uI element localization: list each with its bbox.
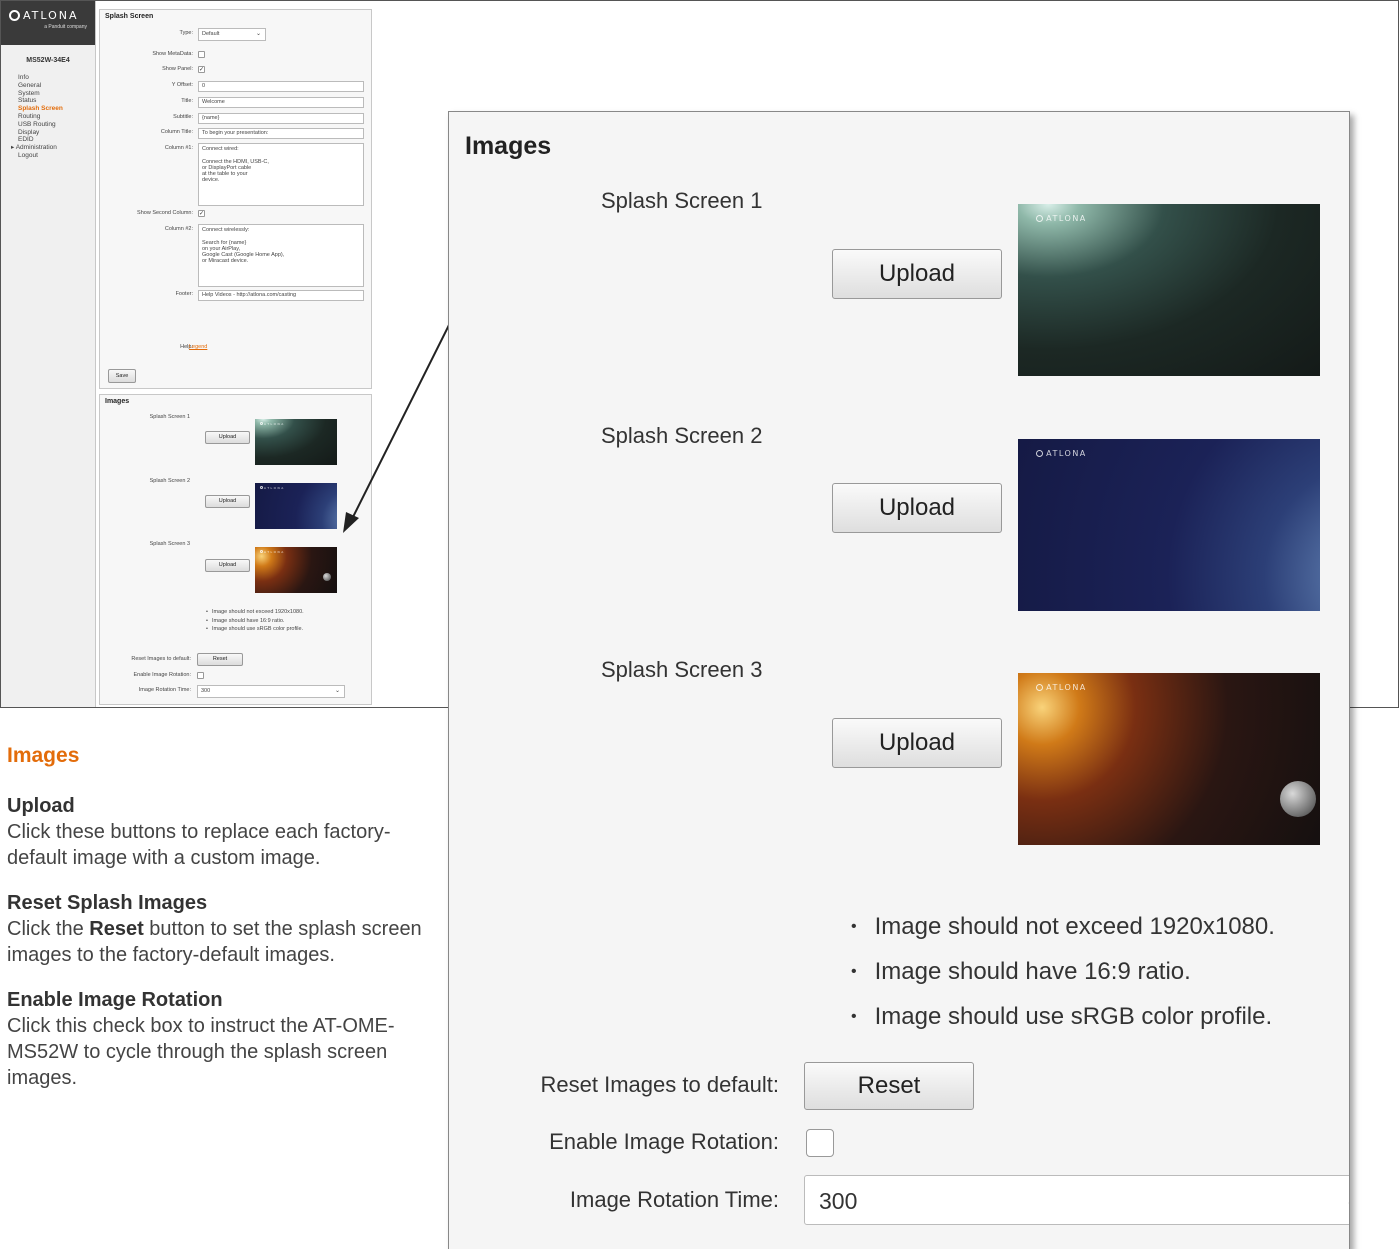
arrow-line [351, 314, 455, 520]
splash-image-3: ATLONA [1018, 673, 1320, 845]
upload-button-3[interactable]: Upload [832, 718, 1002, 768]
moon-graphic [1280, 781, 1316, 817]
zoom-note-ratio: Image should have 16:9 ratio. [851, 951, 1275, 996]
splash-image-2: ATLONA [1018, 439, 1320, 611]
zoom-note-color-profile: Image should use sRGB color profile. [851, 996, 1275, 1041]
enable-rotation-checkbox[interactable] [806, 1129, 834, 1157]
image-logo-text: ATLONA [1046, 449, 1087, 459]
images-panel-zoom: Images Splash Screen 1 Upload ATLONA Spl… [448, 111, 1350, 1249]
zoom-splash-screen-3-label: Splash Screen 3 [601, 657, 763, 682]
rotation-time-select[interactable]: 300 ⌄ [804, 1175, 1349, 1225]
upload-button-1[interactable]: Upload [832, 249, 1002, 299]
rotation-time-value: 300 [819, 1188, 858, 1214]
atlona-logo-icon [1036, 450, 1044, 458]
upload-button-2[interactable]: Upload [832, 483, 1002, 533]
chevron-down-icon: ⌄ [1343, 1184, 1349, 1215]
zoom-images-title: Images [465, 132, 552, 160]
image-logo-text: ATLONA [1046, 683, 1087, 693]
zoom-splash-screen-2-label: Splash Screen 2 [601, 423, 763, 448]
enable-rotation-label: Enable Image Rotation: [549, 1129, 779, 1154]
atlona-logo-icon [1036, 684, 1044, 692]
image-logo-text: ATLONA [1046, 214, 1087, 224]
image-requirements: Image should not exceed 1920x1080. Image… [851, 906, 1275, 1041]
reset-images-label: Reset Images to default: [540, 1072, 779, 1097]
reset-button[interactable]: Reset [804, 1062, 974, 1110]
rotation-time-label: Image Rotation Time: [569, 1187, 779, 1212]
zoom-note-resolution: Image should not exceed 1920x1080. [851, 906, 1275, 951]
atlona-logo-icon [1036, 215, 1044, 223]
zoom-splash-screen-1-label: Splash Screen 1 [601, 188, 763, 213]
arrow-head [343, 512, 359, 533]
splash-image-1: ATLONA [1018, 204, 1320, 376]
